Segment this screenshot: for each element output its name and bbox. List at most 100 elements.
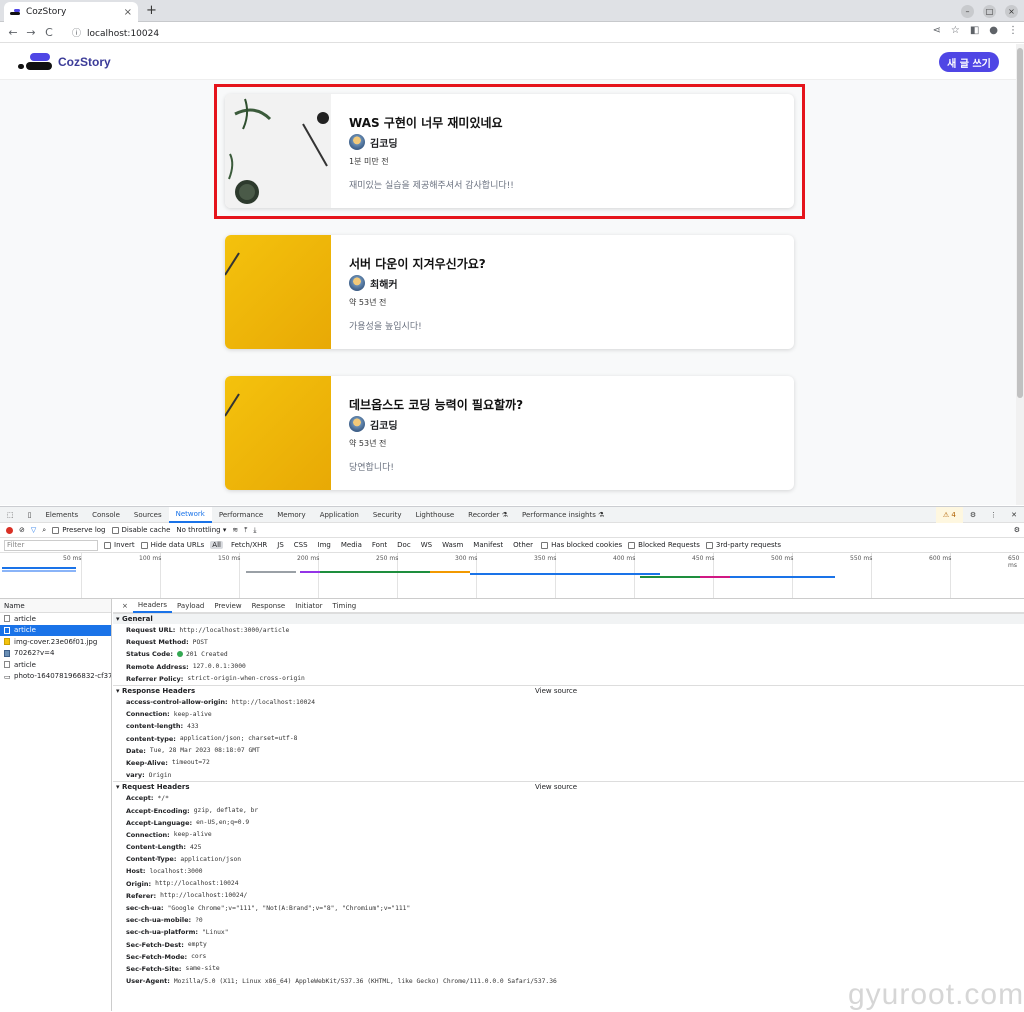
general-header[interactable]: ▾ General [113,613,1024,624]
url-field[interactable]: ⓘ localhost:10024 [72,26,159,39]
type-filter-manifest[interactable]: Manifest [471,541,505,549]
tab-preview[interactable]: Preview [209,599,246,613]
share-icon[interactable]: ⋖ [932,25,940,36]
article-author: 김코딩 [349,416,398,432]
devtools-close-icon[interactable]: ✕ [1004,507,1024,523]
request-row[interactable]: article [0,659,111,671]
tab-performance-insights[interactable]: Performance insights ⚗ [515,507,611,523]
record-icon[interactable] [6,526,13,534]
menu-icon[interactable]: ⋮ [1008,25,1018,36]
type-filter-ws[interactable]: WS [419,541,434,549]
brand-name[interactable]: CozStory [58,55,111,69]
throttling-select[interactable]: No throttling ▾ [176,526,226,534]
minimize-icon[interactable]: – [961,5,974,18]
clear-icon[interactable]: ⊘ [19,526,25,534]
write-post-button[interactable]: 새 글 쓰기 [939,52,999,72]
type-filter-css[interactable]: CSS [292,541,310,549]
invert-checkbox[interactable]: Invert [104,541,135,549]
search-icon[interactable]: ⌕ [42,526,46,535]
profile-icon[interactable]: ● [989,25,998,36]
filter-icon[interactable]: ▽ [31,526,36,534]
site-info-icon[interactable]: ⓘ [72,29,81,39]
maximize-icon[interactable]: □ [983,5,996,18]
filter-input[interactable]: Filter [4,539,98,551]
third-party-checkbox[interactable]: 3rd-party requests [705,541,781,549]
export-har-icon[interactable]: ⤓ [253,526,256,535]
type-filter-other[interactable]: Other [511,541,535,549]
timeline-tick: 550 ms [850,555,873,562]
type-filter-wasm[interactable]: Wasm [440,541,465,549]
close-detail-icon[interactable]: × [117,599,133,613]
request-row[interactable]: 70262?v=4 [0,648,111,660]
tab-timing[interactable]: Timing [328,599,362,613]
tab-memory[interactable]: Memory [270,507,312,523]
header-row: sec-ch-ua-mobile: ?0 [126,916,203,925]
type-filter-media[interactable]: Media [339,541,364,549]
bookmark-star-icon[interactable]: ☆ [951,25,960,36]
tab-application[interactable]: Application [313,507,366,523]
type-filter-all[interactable]: All [210,541,223,549]
tab-payload[interactable]: Payload [172,599,209,613]
tab-security[interactable]: Security [366,507,409,523]
logo-icon[interactable] [18,53,52,71]
tab-performance[interactable]: Performance [212,507,270,523]
network-conditions-icon[interactable]: ≋ [232,526,238,534]
new-tab-icon[interactable]: + [146,3,157,18]
article-card[interactable]: 서버 다운이 지겨우신가요? 최해커 약 53년 전 가용성을 높입시다! [225,235,794,349]
type-filter-fetch[interactable]: Fetch/XHR [229,541,269,549]
type-filter-font[interactable]: Font [370,541,389,549]
type-filter-doc[interactable]: Doc [395,541,413,549]
devtools-panel-tabs: ⬚ ▯ Elements Console Sources Network Per… [0,506,1024,523]
response-headers-header[interactable]: ▾ Response Headers View source [113,684,1024,696]
request-row[interactable]: article [0,613,111,625]
blocked-requests-checkbox[interactable]: Blocked Requests [628,541,700,549]
article-card[interactable]: 데브옵스도 코딩 능력이 필요할까? 김코딩 약 53년 전 당연합니다! [225,376,794,490]
tab-recorder[interactable]: Recorder ⚗ [461,507,515,523]
page-scrollbar[interactable] [1016,44,1024,505]
device-toggle-icon[interactable]: ▯ [21,507,39,523]
request-list: Name article article img-cover.23e06f01.… [0,599,112,1011]
header-row: sec-ch-ua: "Google Chrome";v="111", "Not(… [126,904,411,913]
import-har-icon[interactable]: ⤒ [244,526,247,535]
tab-headers[interactable]: Headers [132,599,173,613]
timeline-tick: 200 ms [297,555,320,562]
request-headers-header[interactable]: ▾ Request Headers View source [113,781,1024,793]
inspect-icon[interactable]: ⬚ [0,507,21,523]
warning-badge[interactable]: ⚠ 4 [935,506,963,523]
preserve-log-checkbox[interactable]: Preserve log [52,526,106,534]
window-close-icon[interactable]: × [1005,5,1018,18]
type-filter-img[interactable]: Img [316,541,333,549]
forward-icon[interactable]: → [22,26,40,39]
settings-gear-icon[interactable]: ⚙ [963,507,983,523]
disable-cache-checkbox[interactable]: Disable cache [111,526,170,534]
request-row[interactable]: img-cover.23e06f01.jpg [0,636,111,648]
hide-data-urls-checkbox[interactable]: Hide data URLs [140,541,204,549]
tab-close-icon[interactable]: × [124,7,132,18]
request-row[interactable]: ▭ photo-1640781966832-cf37... [0,671,111,683]
network-timeline[interactable]: 50 ms 100 ms 150 ms 200 ms 250 ms 300 ms… [0,553,1024,599]
name-column-header[interactable]: Name [0,599,111,613]
devtools-menu-icon[interactable]: ⋮ [983,507,1004,523]
tab-lighthouse[interactable]: Lighthouse [409,507,462,523]
tab-sources[interactable]: Sources [127,507,169,523]
header-row: Sec-Fetch-Dest: empty [126,940,207,949]
request-row[interactable]: article [0,624,111,636]
back-icon[interactable]: ← [4,26,22,39]
network-settings-icon[interactable]: ⚙ [1014,526,1020,534]
header-row: Content-Length: 425 [126,843,202,852]
blocked-cookies-checkbox[interactable]: Has blocked cookies [541,541,622,549]
type-filter-js[interactable]: JS [275,541,286,549]
tab-initiator[interactable]: Initiator [290,599,327,613]
tab-console[interactable]: Console [85,507,127,523]
tab-network[interactable]: Network [168,506,212,523]
side-panel-icon[interactable]: ◧ [970,25,979,36]
browser-tab[interactable]: CozStory × [4,2,138,22]
tab-response[interactable]: Response [247,599,291,613]
header-row: Origin: http://localhost:10024 [126,879,239,888]
view-source-link[interactable]: View source [535,783,577,791]
tab-elements[interactable]: Elements [38,507,85,523]
header-row: Date: Tue, 28 Mar 2023 08:18:07 GMT [126,746,260,755]
header-row: Accept-Encoding: gzip, deflate, br [126,806,259,815]
reload-icon[interactable]: C [40,26,58,39]
view-source-link[interactable]: View source [535,687,577,695]
